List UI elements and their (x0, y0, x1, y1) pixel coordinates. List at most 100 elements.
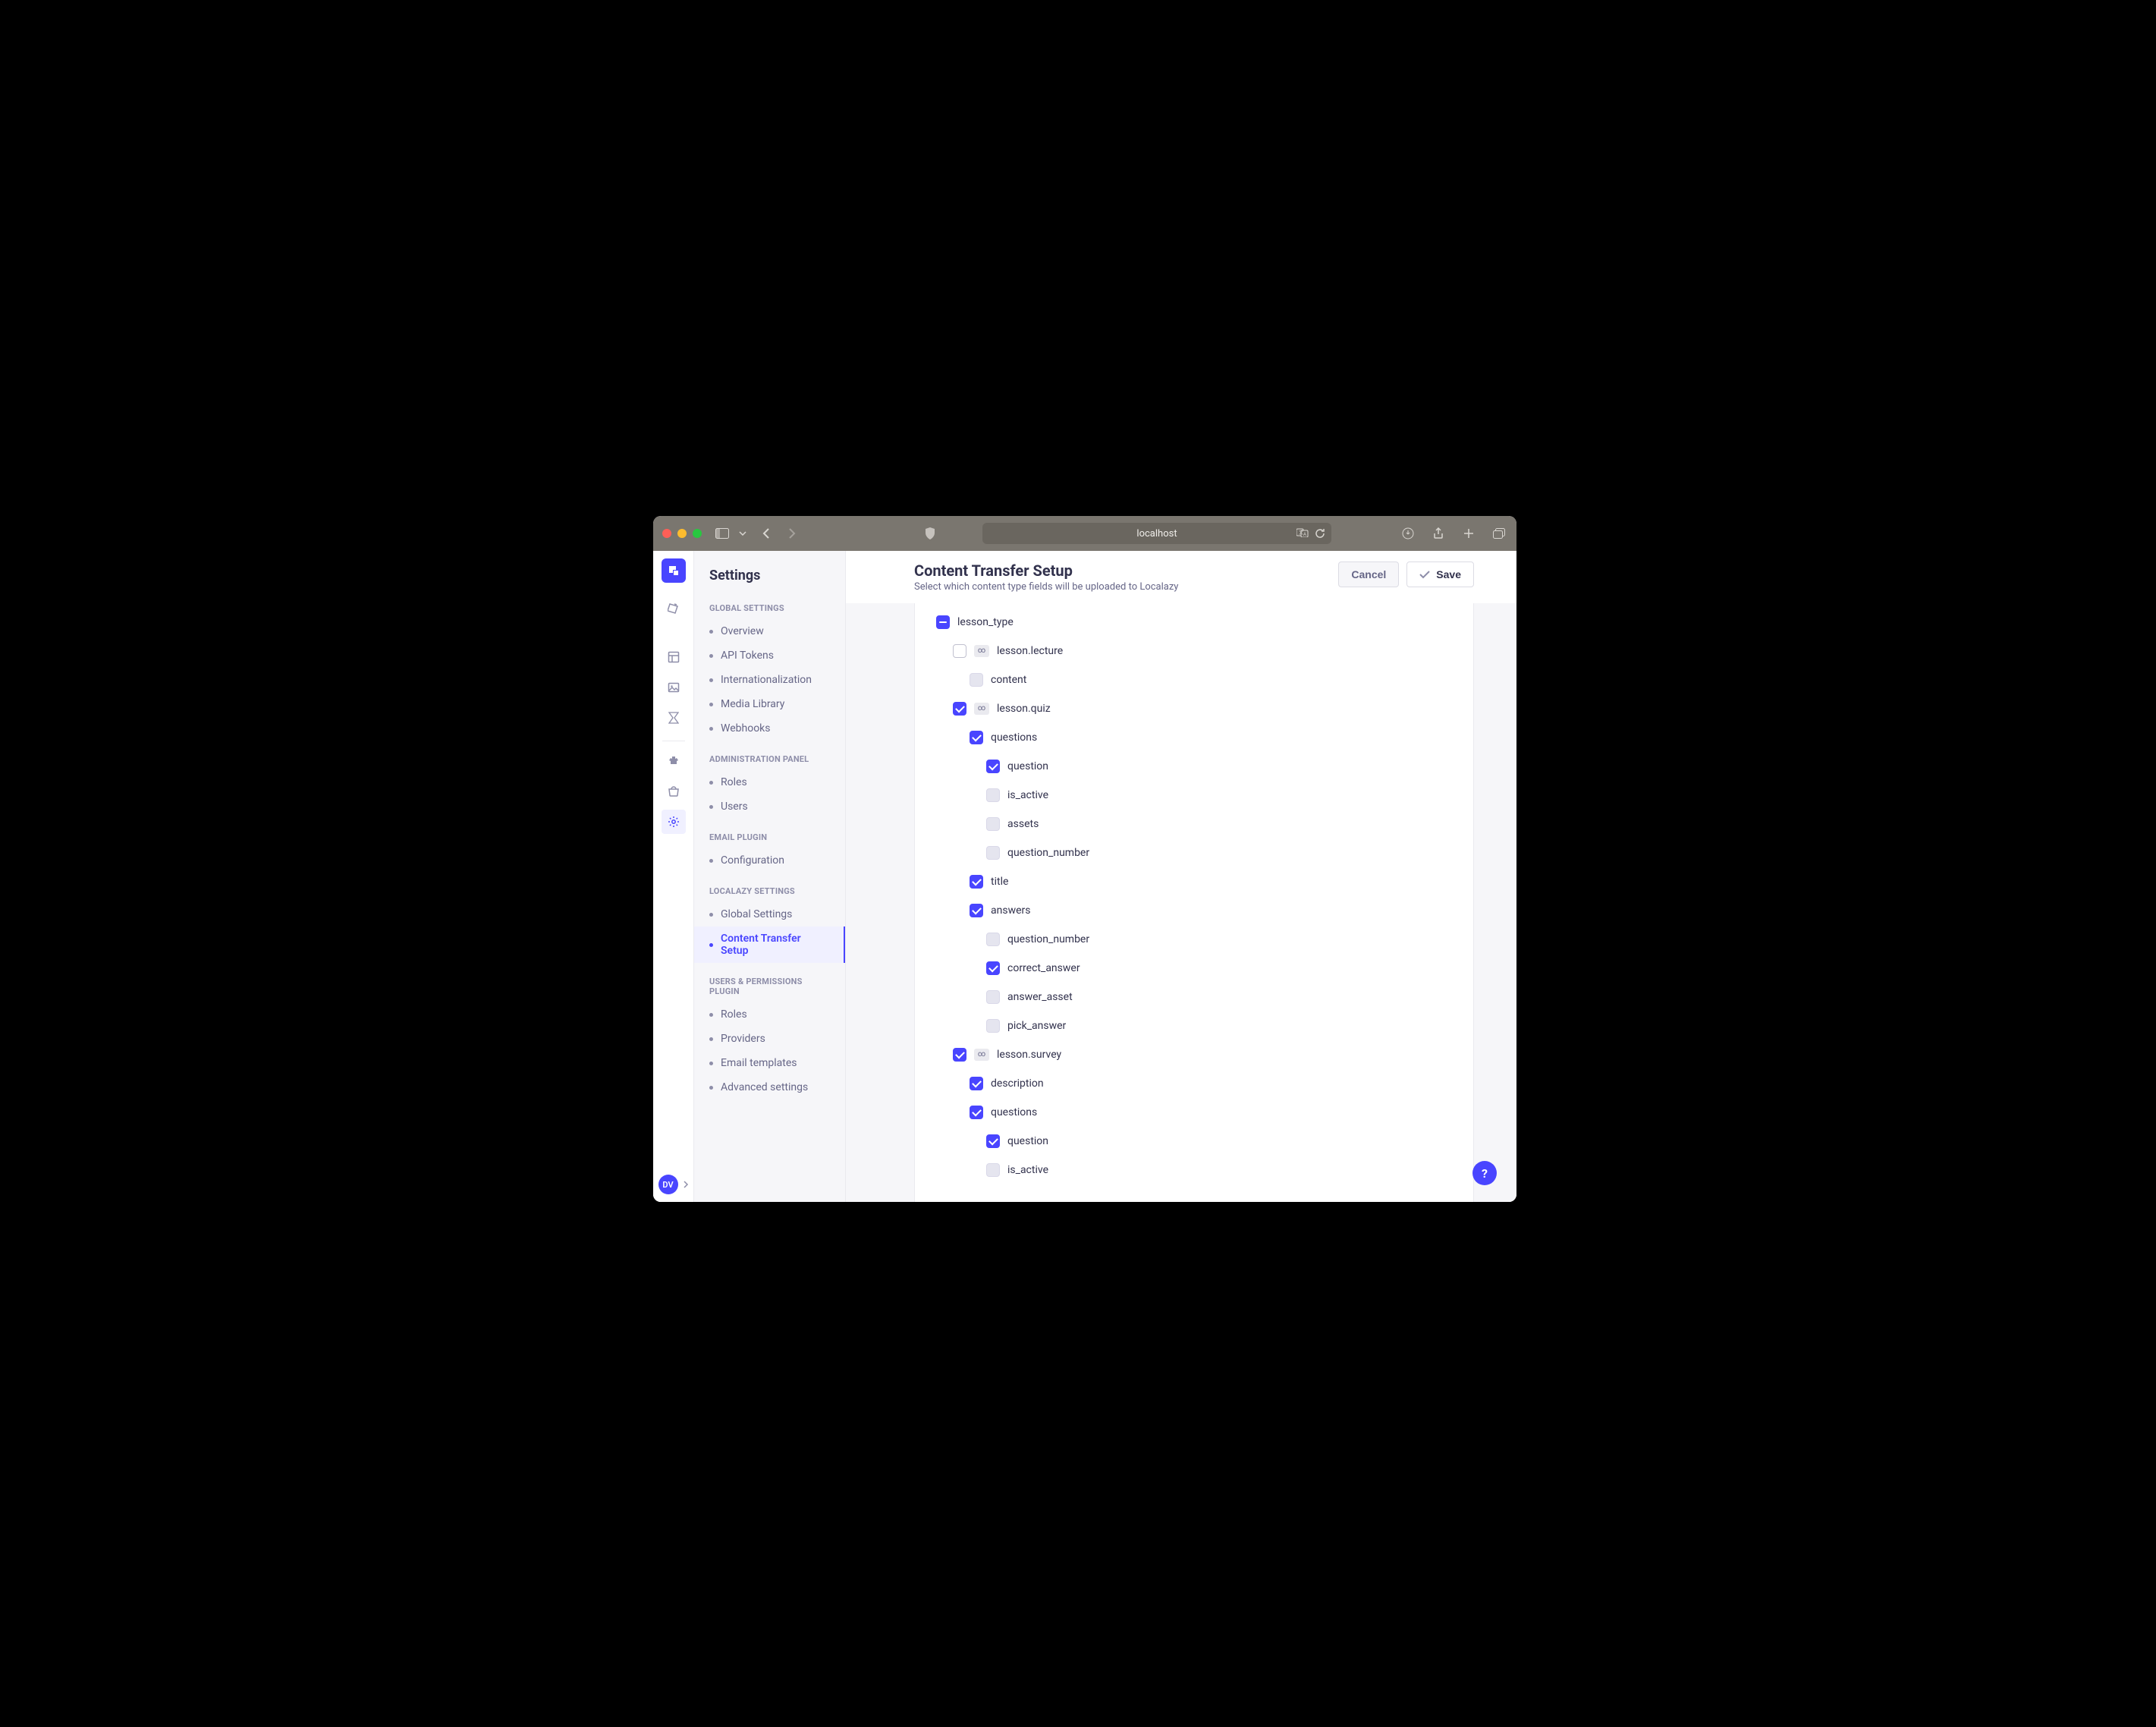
settings-icon[interactable] (662, 810, 686, 834)
checkbox[interactable] (970, 875, 983, 889)
checkbox (970, 673, 983, 687)
tree-row-label: lesson_type (957, 616, 1014, 628)
sidebar-item[interactable]: Overview (694, 619, 845, 643)
tree-row-label: content (991, 674, 1026, 686)
media-library-icon[interactable] (662, 675, 686, 700)
tree-row: is_active (936, 1156, 1452, 1184)
checkbox[interactable] (970, 1077, 983, 1090)
tree-row: ∞ lesson.quiz (936, 694, 1452, 723)
checkbox (986, 846, 1000, 860)
tree-row-label: answer_asset (1007, 991, 1073, 1003)
cancel-button[interactable]: Cancel (1338, 562, 1399, 587)
settings-sidebar: Settings GLOBAL SETTINGSOverviewAPI Toke… (694, 551, 846, 1202)
sidebar-item-label: API Tokens (721, 650, 774, 662)
user-avatar[interactable]: DV (658, 1175, 678, 1194)
checkbox (986, 788, 1000, 802)
reload-icon[interactable] (1315, 528, 1325, 539)
translate-icon[interactable]: 文A (1296, 528, 1309, 539)
checkbox[interactable] (936, 615, 950, 629)
maximize-window-button[interactable] (693, 529, 702, 538)
content-type-builder-icon[interactable] (662, 645, 686, 669)
tabs-icon[interactable] (1491, 525, 1507, 542)
checkbox[interactable] (953, 1048, 966, 1062)
checkbox[interactable] (986, 760, 1000, 773)
sidebar-item-label: Roles (721, 1008, 747, 1021)
sidebar-item-label: Content Transfer Setup (721, 933, 828, 957)
chevron-down-icon[interactable] (738, 525, 747, 542)
checkbox[interactable] (970, 1106, 983, 1119)
sidebar-item[interactable]: Advanced settings (694, 1075, 845, 1099)
page-subtitle: Select which content type fields will be… (914, 581, 1178, 593)
save-button-label: Save (1436, 568, 1461, 580)
tree-row: ∞lesson.survey (936, 1040, 1452, 1069)
checkbox (986, 933, 1000, 946)
minimize-window-button[interactable] (677, 529, 687, 538)
tree-row-label: question_number (1007, 933, 1089, 945)
new-tab-icon[interactable] (1460, 525, 1477, 542)
sidebar-section-header: USERS & PERMISSIONS PLUGIN (694, 963, 845, 1002)
downloads-icon[interactable] (1400, 525, 1416, 542)
content-scroll[interactable]: lesson_type∞lesson.lecturecontent∞lesson… (846, 603, 1516, 1202)
marketplace-icon[interactable] (662, 779, 686, 804)
bullet-icon (709, 1086, 713, 1090)
forward-button[interactable] (784, 525, 800, 542)
tree-row-label: question (1007, 1135, 1048, 1147)
sidebar-item[interactable]: Email templates (694, 1051, 845, 1075)
sidebar-toggle-icon[interactable] (714, 525, 731, 542)
sidebar-section-header: ADMINISTRATION PANEL (694, 741, 845, 770)
bullet-icon (709, 630, 713, 634)
save-button[interactable]: Save (1406, 562, 1474, 587)
tree-row: question (936, 752, 1452, 781)
sidebar-item[interactable]: Roles (694, 770, 845, 794)
sidebar-item[interactable]: Configuration (694, 848, 845, 873)
sidebar-item[interactable]: Media Library (694, 692, 845, 716)
sidebar-item[interactable]: API Tokens (694, 643, 845, 668)
sidebar-item[interactable]: Global Settings (694, 902, 845, 926)
sidebar-item[interactable]: Webhooks (694, 716, 845, 741)
page-header: Content Transfer Setup Select which cont… (846, 551, 1516, 603)
checkbox (986, 1163, 1000, 1177)
component-link-icon: ∞ (974, 1049, 989, 1061)
sidebar-item[interactable]: Internationalization (694, 668, 845, 692)
strapi-logo[interactable] (662, 558, 686, 583)
checkbox[interactable] (970, 904, 983, 917)
checkbox[interactable] (986, 961, 1000, 975)
bullet-icon (709, 1013, 713, 1017)
checkbox[interactable] (970, 731, 983, 744)
tree-row: content (936, 665, 1452, 694)
tree-row: question_number (936, 838, 1452, 867)
sidebar-item-label: Global Settings (721, 908, 792, 920)
app-shell: DV Settings GLOBAL SETTINGSOverviewAPI T… (653, 551, 1516, 1202)
checkbox[interactable] (986, 1134, 1000, 1148)
component-link-icon: ∞ (974, 703, 989, 715)
localazy-icon[interactable] (662, 706, 686, 730)
tree-row-label: assets (1007, 818, 1039, 830)
tree-row-label: is_active (1007, 1164, 1048, 1176)
sidebar-item-label: Configuration (721, 854, 784, 867)
bullet-icon (709, 678, 713, 682)
check-icon (1419, 571, 1430, 579)
sidebar-item[interactable]: Users (694, 794, 845, 819)
checkbox[interactable] (953, 644, 966, 658)
checkbox (986, 1019, 1000, 1033)
sidebar-item[interactable]: Content Transfer Setup (694, 926, 845, 963)
checkbox[interactable] (953, 702, 966, 716)
chevron-right-icon[interactable] (683, 1181, 689, 1188)
sidebar-item-label: Email templates (721, 1057, 797, 1069)
shield-icon[interactable] (922, 525, 938, 542)
help-button[interactable]: ? (1472, 1161, 1497, 1185)
back-button[interactable] (758, 525, 775, 542)
close-window-button[interactable] (662, 529, 671, 538)
plugins-icon[interactable] (662, 749, 686, 773)
sidebar-item-label: Users (721, 801, 748, 813)
tree-row-label: pick_answer (1007, 1020, 1066, 1032)
address-bar[interactable]: localhost 文A (982, 523, 1331, 544)
tree-row: question_number (936, 925, 1452, 954)
sidebar-item[interactable]: Providers (694, 1027, 845, 1051)
sidebar-item[interactable]: Roles (694, 1002, 845, 1027)
tree-row-label: lesson.quiz (997, 703, 1051, 715)
content-icon[interactable] (662, 596, 686, 621)
share-icon[interactable] (1430, 525, 1447, 542)
tree-row-label: lesson.lecture (997, 645, 1063, 657)
nav-rail: DV (653, 551, 694, 1202)
